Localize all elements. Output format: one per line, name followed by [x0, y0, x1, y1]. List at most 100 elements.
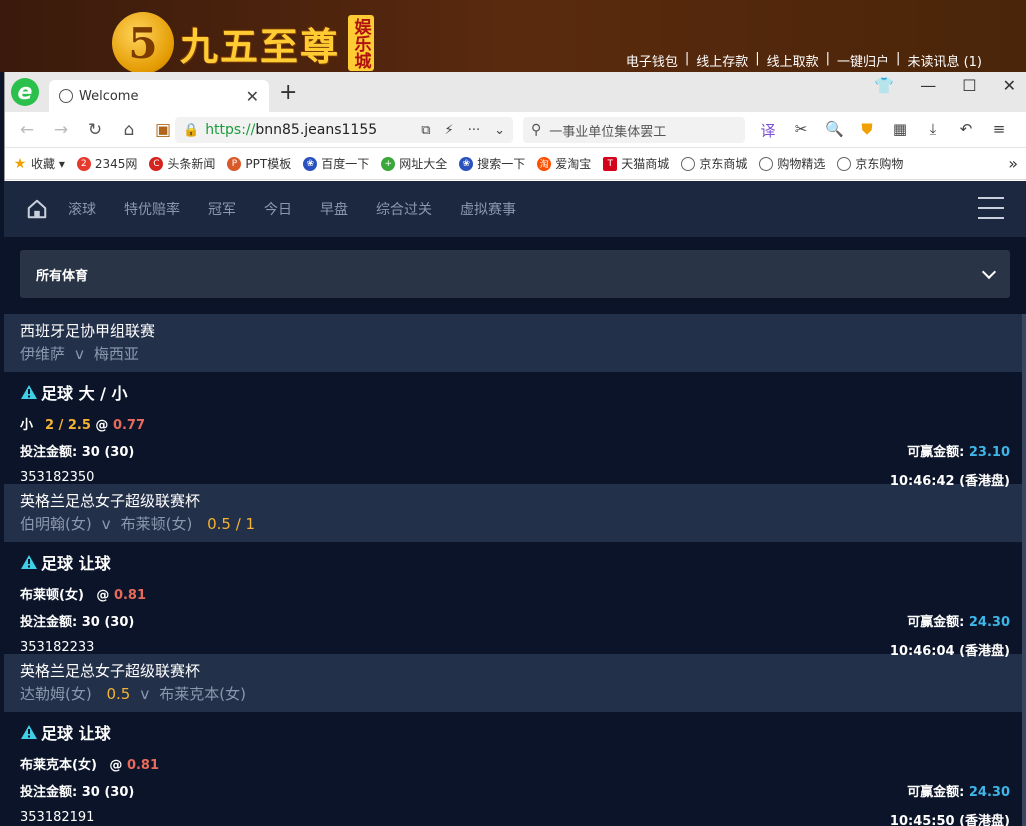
nav-best-odds[interactable]: 特优赔率	[124, 199, 180, 219]
maximize-button[interactable]: ☐	[962, 76, 976, 95]
link-one-click-transfer[interactable]: 一键归户	[837, 51, 889, 70]
bookmark-ppt[interactable]: P PPT模板	[227, 155, 291, 172]
bet-odds: 0.81	[126, 758, 160, 773]
bookmark-baidu[interactable]: ❀ 百度一下	[303, 155, 369, 172]
bet-card: 足球 让球 布莱顿(女) @ 0.81 投注金额: 30 (30) 可赢金额: …	[4, 542, 1026, 659]
warning-icon	[21, 725, 37, 739]
bet-type: 足球 大 / 小	[20, 380, 1010, 404]
filter-label: 所有体育	[36, 268, 89, 284]
stake-label: 投注金额:	[20, 445, 78, 460]
chevron-down-icon[interactable]: ⌄	[494, 123, 505, 138]
tmall-icon: T	[603, 156, 618, 171]
home-page-icon[interactable]: ⌂	[115, 120, 143, 140]
scrollbar[interactable]	[1022, 314, 1026, 826]
url-protocol: https://	[205, 122, 256, 138]
bet-time: 10:46:04 (香港盘)	[889, 644, 1010, 659]
bookmark-jd-shopping[interactable]: 京东购物	[837, 155, 903, 172]
at-sign: @	[95, 418, 109, 433]
link-e-wallet[interactable]: 电子钱包	[626, 51, 678, 70]
nav-parlay[interactable]: 综合过关	[376, 199, 432, 219]
separator: |	[825, 51, 831, 66]
home-team: 伯明翰(女)	[20, 515, 92, 533]
account-links: 电子钱包 | 线上存款 | 线上取款 | 一键归户 | 未读讯息 (1)	[626, 51, 982, 70]
toolbar-icons: 译 ✂ 🔍 ⛊ ▦ ⤓ ↶ ≡	[759, 120, 1008, 141]
vs-label: v	[101, 515, 111, 533]
undo-icon[interactable]: ↶	[957, 120, 975, 141]
nav-live[interactable]: 滚球	[68, 199, 96, 219]
apps-grid-icon[interactable]: ▦	[891, 120, 909, 141]
bookmark-search[interactable]: ❀ 搜索一下	[459, 155, 525, 172]
browser-logo-icon[interactable]: e	[11, 78, 39, 106]
back-icon[interactable]: ←	[13, 120, 41, 140]
search-box[interactable]: ⚲ 一事业单位集体罢工	[523, 117, 745, 143]
reload-icon[interactable]: ↻	[81, 120, 109, 140]
link-deposit[interactable]: 线上存款	[696, 51, 748, 70]
bookmark-2345[interactable]: 2 2345网	[76, 155, 137, 172]
at-sign: @	[109, 758, 123, 773]
address-bar[interactable]: 🔒 https:// bnn85.jeans1155 ⧉ ⚡ ··· ⌄	[175, 117, 513, 143]
toutiao-icon: C	[149, 156, 164, 171]
warning-icon	[21, 385, 37, 399]
nav-outright[interactable]: 冠军	[208, 199, 236, 219]
bet-selection: 布莱克本(女) @ 0.81	[20, 754, 1010, 773]
match-teams: 伊维萨 v 梅西亚	[20, 343, 1010, 364]
match-header: 英格兰足总女子超级联赛杯 达勒姆(女) 0.5 v 布莱克本(女)	[4, 654, 1026, 712]
sport-filter-select[interactable]: 所有体育	[20, 250, 1010, 298]
translate-icon[interactable]: ⧉	[421, 123, 430, 138]
bookmark-shopping[interactable]: 购物精选	[759, 155, 825, 172]
match-header: 英格兰足总女子超级联赛杯 伯明翰(女) v 布莱顿(女) 0.5 / 1	[4, 484, 1026, 542]
close-window-button[interactable]: ✕	[1003, 76, 1016, 95]
bet-time: 10:45:50 (香港盘)	[889, 814, 1010, 826]
scissors-icon[interactable]: ✂	[792, 120, 810, 141]
bookmark-taobao[interactable]: 淘爱淘宝	[537, 155, 591, 172]
win-label: 可赢金额:	[907, 445, 965, 460]
selection-name: 布莱顿(女)	[20, 588, 84, 603]
browser-tab[interactable]: Welcome ✕	[49, 80, 269, 112]
shield-icon[interactable]: ⛊	[858, 120, 876, 141]
url-host: bnn85.jeans1155	[255, 122, 378, 138]
home-team: 达勒姆(女)	[20, 685, 92, 703]
new-tab-button[interactable]: +	[279, 80, 297, 105]
bookmark-toutiao[interactable]: C 头条新闻	[149, 155, 215, 172]
hamburger-menu-icon[interactable]	[978, 197, 1004, 219]
close-tab-icon[interactable]: ✕	[246, 87, 259, 106]
away-team: 梅西亚	[93, 345, 139, 363]
navigation-bar: ← → ↻ ⌂ ▣ 🔒 https:// bnn85.jeans1155 ⧉ ⚡…	[5, 112, 1026, 148]
bookmark-hao[interactable]: + 网址大全	[381, 155, 447, 172]
selection-name: 布莱克本(女)	[20, 758, 97, 773]
minimize-button[interactable]: —	[920, 76, 936, 95]
menu-icon[interactable]: ≡	[990, 120, 1008, 141]
nav-early[interactable]: 早盘	[320, 199, 348, 219]
page-content: 滚球 特优赔率 冠军 今日 早盘 综合过关 虚拟赛事 所有体育 西班牙足协甲组联…	[4, 181, 1026, 826]
league-name: 西班牙足协甲组联赛	[20, 322, 156, 340]
lightning-icon[interactable]: ⚡	[445, 123, 454, 138]
link-unread-messages[interactable]: 未读讯息 (1)	[907, 51, 982, 70]
win-value: 23.10	[968, 445, 1010, 460]
site-logo[interactable]: 5 九五至尊 娱乐城	[112, 12, 375, 72]
bet-odds: 0.77	[112, 418, 146, 433]
separator: |	[755, 51, 760, 66]
more-bookmarks-icon[interactable]: »	[1008, 154, 1018, 173]
ticket-row: 353182233 10:46:04 (香港盘)	[20, 640, 1010, 659]
download-icon[interactable]: ⤓	[924, 120, 942, 141]
link-withdraw[interactable]: 线上取款	[767, 51, 819, 70]
skin-icon[interactable]: 👕	[874, 76, 894, 95]
chevron-down-icon	[981, 264, 997, 279]
away-team: 布莱克本(女)	[159, 685, 246, 703]
briefcase-icon[interactable]: ▣	[149, 120, 177, 140]
bookmark-tmall[interactable]: T 天猫商城	[603, 155, 669, 172]
more-dots-icon[interactable]: ···	[468, 123, 480, 138]
magnifier-icon[interactable]: 🔍	[825, 120, 844, 141]
nav-virtual[interactable]: 虚拟赛事	[460, 199, 516, 219]
forward-icon[interactable]: →	[47, 120, 75, 140]
translate-tool-icon[interactable]: 译	[759, 120, 777, 141]
baidu-paw-icon: ❀	[303, 156, 318, 171]
home-icon[interactable]	[26, 198, 48, 220]
globe-icon	[681, 156, 696, 171]
nav-today[interactable]: 今日	[264, 199, 292, 219]
bookmark-favorites[interactable]: ★ 收藏 ▾	[13, 155, 65, 172]
bookmark-jd[interactable]: 京东商城	[681, 155, 747, 172]
match-teams: 达勒姆(女) 0.5 v 布莱克本(女)	[20, 683, 1010, 704]
site-2345-icon: 2	[76, 156, 91, 171]
stake-value: 30 (30)	[81, 615, 135, 630]
